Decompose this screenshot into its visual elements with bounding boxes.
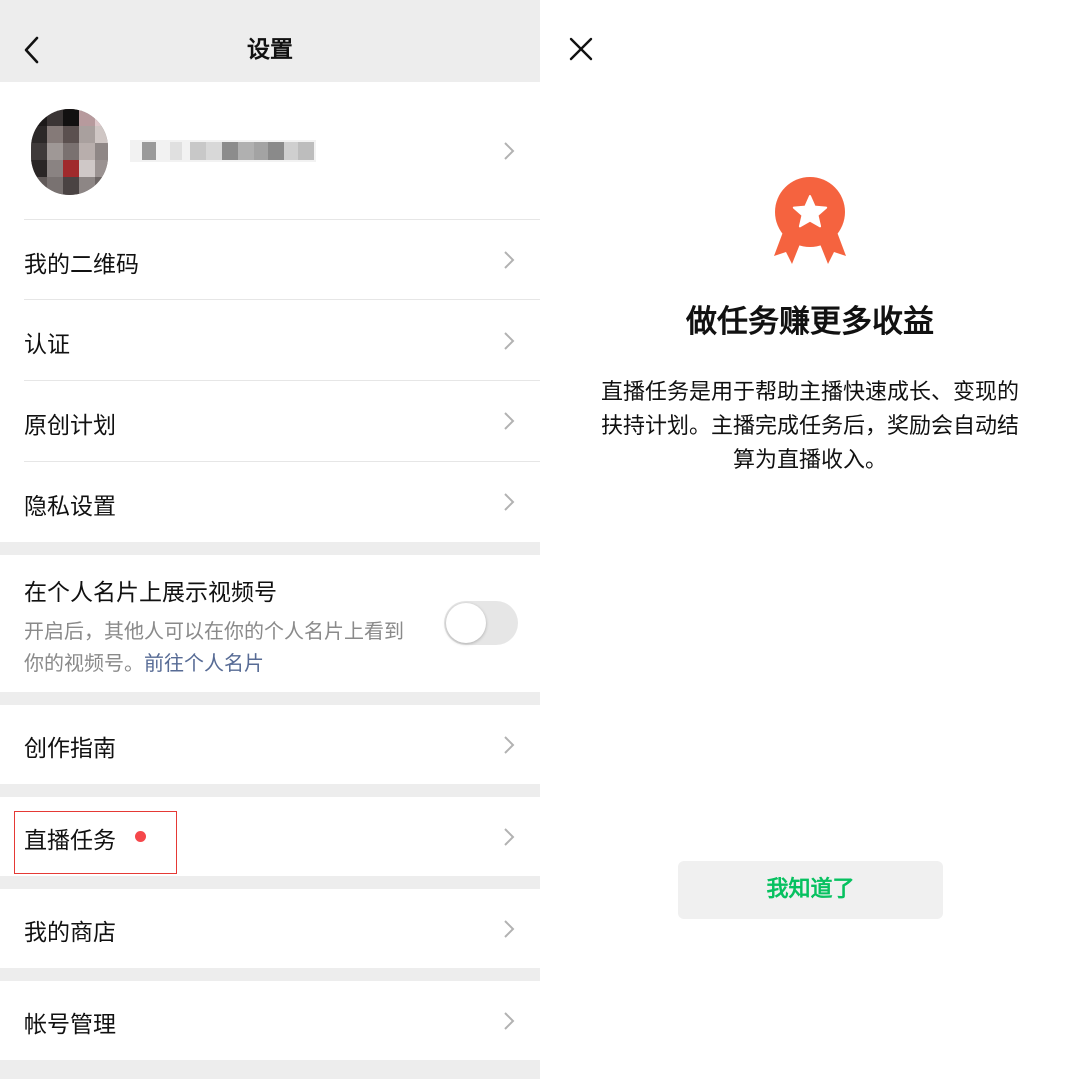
settings-group-main: 我的二维码 认证 原创计划 隐私设置 bbox=[0, 82, 540, 542]
menu-item-label: 原创计划 bbox=[24, 413, 116, 439]
menu-item-label: 帐号管理 bbox=[24, 1012, 116, 1038]
settings-header: 设置 bbox=[0, 0, 540, 82]
go-to-card-link[interactable]: 前往个人名片 bbox=[144, 651, 264, 675]
menu-item-label: 我的商店 bbox=[24, 920, 116, 946]
chevron-right-icon bbox=[504, 828, 515, 846]
chevron-right-icon bbox=[504, 1012, 515, 1030]
card-display-toggle[interactable] bbox=[444, 601, 518, 645]
menu-item-qr-code[interactable]: 我的二维码 bbox=[0, 220, 540, 300]
chevron-right-icon bbox=[504, 142, 515, 160]
toggle-knob bbox=[446, 603, 486, 643]
menu-item-creation-guide[interactable]: 创作指南 bbox=[0, 705, 540, 784]
chevron-right-icon bbox=[504, 736, 515, 754]
menu-item-label: 隐私设置 bbox=[24, 494, 116, 520]
card-display-section: 在个人名片上展示视频号 开启后，其他人可以在你的个人名片上看到你的视频号。前往个… bbox=[0, 555, 540, 692]
menu-item-my-shop[interactable]: 我的商店 bbox=[0, 889, 540, 968]
close-icon[interactable] bbox=[568, 36, 594, 62]
menu-item-label: 我的二维码 bbox=[24, 252, 139, 278]
live-task-intro-screen: 做任务赚更多收益 直播任务是用于帮助主播快速成长、变现的扶持计划。主播完成任务后… bbox=[540, 0, 1080, 1079]
chevron-right-icon bbox=[504, 493, 515, 511]
chevron-right-icon bbox=[504, 412, 515, 430]
settings-group-account: 帐号管理 bbox=[0, 981, 540, 1060]
award-badge-icon bbox=[774, 177, 846, 264]
chevron-right-icon bbox=[504, 332, 515, 350]
popup-title: 做任务赚更多收益 bbox=[686, 304, 934, 340]
avatar bbox=[31, 109, 108, 195]
menu-item-original-plan[interactable]: 原创计划 bbox=[0, 381, 540, 461]
chevron-right-icon bbox=[504, 920, 515, 938]
got-it-button[interactable]: 我知道了 bbox=[678, 861, 943, 919]
settings-group-shop: 我的商店 bbox=[0, 889, 540, 968]
menu-item-account-management[interactable]: 帐号管理 bbox=[0, 981, 540, 1060]
menu-item-label: 创作指南 bbox=[24, 736, 116, 762]
menu-item-label: 认证 bbox=[24, 332, 70, 358]
highlight-box bbox=[14, 811, 177, 874]
menu-item-verification[interactable]: 认证 bbox=[0, 300, 540, 381]
settings-screen: 设置 我的二维码 认证 原创计划 隐私设置 在个人名片上展示视频号 开启后，其他… bbox=[0, 0, 540, 1079]
chevron-right-icon bbox=[504, 251, 515, 269]
popup-description: 直播任务是用于帮助主播快速成长、变现的扶持计划。主播完成任务后，奖励会自动结算为… bbox=[600, 380, 1019, 473]
card-display-title: 在个人名片上展示视频号 bbox=[24, 580, 277, 606]
menu-item-privacy[interactable]: 隐私设置 bbox=[0, 462, 540, 542]
masked-username-icon bbox=[130, 140, 316, 162]
card-display-description: 开启后，其他人可以在你的个人名片上看到你的视频号。前往个人名片 bbox=[24, 615, 414, 679]
settings-group-guide: 创作指南 bbox=[0, 705, 540, 784]
profile-row[interactable] bbox=[0, 82, 540, 220]
